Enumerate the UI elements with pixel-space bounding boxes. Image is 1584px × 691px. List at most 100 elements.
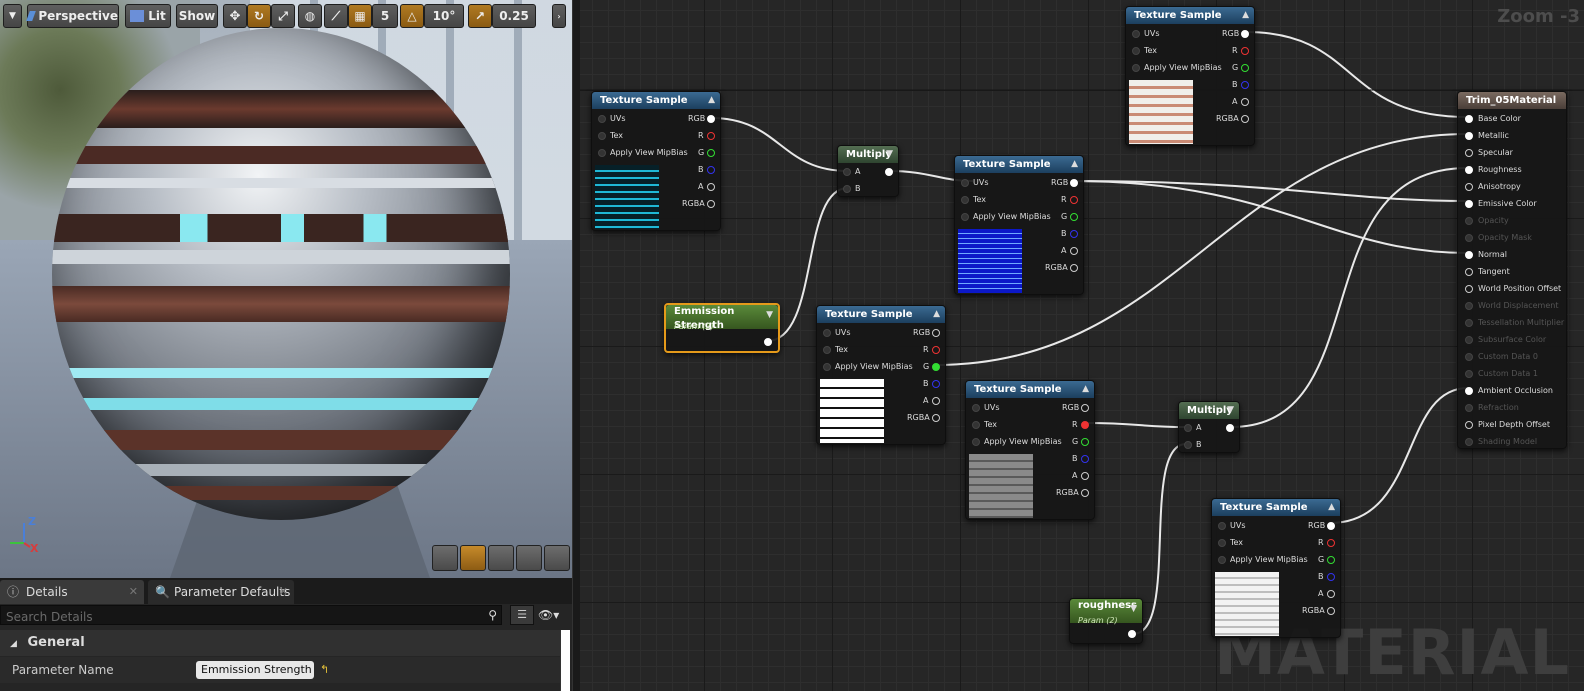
rgba-pin[interactable] [1241,115,1249,123]
collapse-icon[interactable]: ▲ [1082,381,1089,398]
collapse-icon[interactable]: ▲ [933,306,940,323]
a-pin[interactable] [932,397,940,405]
uvs-pin[interactable] [1218,522,1226,530]
g-pin[interactable] [932,363,940,371]
cube-preview-button[interactable] [516,545,542,571]
mipbias-pin[interactable] [961,213,969,221]
texture-sample-node-1[interactable]: Texture Sample ▲ UVs Tex Apply View MipBi… [591,91,721,231]
result-pin-custom-data-1[interactable] [1465,370,1473,378]
plane-preview-button[interactable] [488,545,514,571]
result-pin-ambient-occlusion[interactable] [1465,387,1473,395]
emission-strength-param-node[interactable]: Emmission Strength Param (2) ▼ [664,303,780,353]
close-icon[interactable]: ✕ [129,580,138,604]
result-pin-pixel-depth-offset[interactable] [1465,421,1473,429]
mesh-preview-button[interactable] [544,545,570,571]
preview-viewport[interactable]: ▼ Perspective Lit Show ✥ ↻ ⤢ ◍ ⟋ ▦ 5 △ 1… [0,0,572,578]
rgba-pin[interactable] [1327,607,1335,615]
viewport-options-button[interactable]: ▼ [3,4,22,28]
tex-pin[interactable] [1132,47,1140,55]
multiply-node-1[interactable]: Multiply ▼ A B [837,145,899,197]
mipbias-pin[interactable] [972,438,980,446]
result-pin-world-displacement[interactable] [1465,302,1473,310]
collapse-icon[interactable]: ▼ [1227,402,1234,419]
uvs-pin[interactable] [823,329,831,337]
r-pin[interactable] [1081,421,1089,429]
texture-sample-node-2[interactable]: Texture Sample ▲ UVs Tex Apply View MipBi… [816,305,946,445]
node-header[interactable]: Multiply ▼ [838,146,898,163]
general-section-header[interactable]: ◢ General [0,630,560,656]
property-matrix-button[interactable]: ☰ [510,605,534,625]
parameter-name-field[interactable]: Emmission Strength [196,661,314,679]
g-pin[interactable] [1327,556,1335,564]
tex-pin[interactable] [972,421,980,429]
result-pin-refraction[interactable] [1465,404,1473,412]
collapse-icon[interactable]: ▲ [1328,499,1335,516]
node-header[interactable]: Trim_05Material [1458,92,1566,109]
output-pin[interactable] [1128,630,1136,638]
search-details-input[interactable]: Search Details ⚲ [0,605,502,625]
visibility-options-button[interactable]: 👁▾ [538,605,568,625]
a-input-pin[interactable] [843,168,851,176]
b-pin[interactable] [1081,455,1089,463]
collapse-icon[interactable]: ▼ [1130,602,1137,616]
r-pin[interactable] [1070,196,1078,204]
material-result-node[interactable]: Trim_05Material Base Color Metallic Specul… [1457,91,1567,449]
r-pin[interactable] [1327,539,1335,547]
grid-snap-button[interactable]: ▦ [348,4,372,28]
rgba-pin[interactable] [1070,264,1078,272]
scale-snap-button[interactable]: ↗ [468,4,492,28]
collapse-icon[interactable]: ▼ [886,146,893,163]
rgb-pin[interactable] [1327,522,1335,530]
b-pin[interactable] [1070,230,1078,238]
output-pin[interactable] [1226,424,1234,432]
result-pin-opacity[interactable] [1465,217,1473,225]
node-header[interactable]: Emmission Strength Param (2) ▼ [666,305,778,331]
rgb-pin[interactable] [1081,404,1089,412]
g-pin[interactable] [1241,64,1249,72]
result-pin-custom-data-0[interactable] [1465,353,1473,361]
viewport-menu-expand[interactable]: › [552,4,566,28]
b-pin[interactable] [1327,573,1335,581]
output-pin[interactable] [885,168,893,176]
close-icon[interactable]: ✕ [279,580,288,604]
uvs-pin[interactable] [972,404,980,412]
r-pin[interactable] [932,346,940,354]
collapse-icon[interactable]: ▲ [1071,156,1078,173]
uvs-pin[interactable] [1132,30,1140,38]
a-pin[interactable] [707,183,715,191]
result-pin-specular[interactable] [1465,149,1473,157]
a-pin[interactable] [1070,247,1078,255]
tex-pin[interactable] [1218,539,1226,547]
a-input-pin[interactable] [1184,424,1192,432]
result-pin-world-position-offset[interactable] [1465,285,1473,293]
result-pin-emissive-color[interactable] [1465,200,1473,208]
panel-divider[interactable] [572,0,580,691]
g-pin[interactable] [1081,438,1089,446]
node-header[interactable]: Texture Sample ▲ [966,381,1094,398]
node-header[interactable]: Texture Sample ▲ [592,92,720,109]
r-pin[interactable] [707,132,715,140]
scale-snap-value[interactable]: 0.25 [492,4,536,28]
roughness-param-node[interactable]: roughness Param (2) ▼ [1069,598,1143,644]
material-graph[interactable]: Zoom -3 MATERIAL Texture Sample ▲ UVs Tex… [580,0,1584,691]
scale-mode-button[interactable]: ⤢ [271,4,295,28]
node-header[interactable]: Multiply ▼ [1179,402,1239,419]
rgba-pin[interactable] [707,200,715,208]
g-pin[interactable] [707,149,715,157]
collapse-icon[interactable]: ▲ [1242,7,1249,24]
result-pin-roughness[interactable] [1465,166,1473,174]
collapse-icon[interactable]: ▼ [766,308,773,322]
node-header[interactable]: roughness Param (2) ▼ [1070,599,1142,625]
output-pin[interactable] [764,338,772,346]
sphere-preview-button[interactable] [460,545,486,571]
details-scrollbar[interactable] [560,630,570,691]
b-input-pin[interactable] [1184,441,1192,449]
texture-sample-node-6[interactable]: Texture Sample ▲ UVs Tex Apply View MipBi… [1125,6,1255,146]
mipbias-pin[interactable] [1132,64,1140,72]
node-header[interactable]: Texture Sample ▲ [1212,499,1340,516]
rgb-pin[interactable] [707,115,715,123]
result-pin-anisotropy[interactable] [1465,183,1473,191]
node-header[interactable]: Texture Sample ▲ [817,306,945,323]
cylinder-preview-button[interactable] [432,545,458,571]
rotation-snap-button[interactable]: △ [400,4,424,28]
